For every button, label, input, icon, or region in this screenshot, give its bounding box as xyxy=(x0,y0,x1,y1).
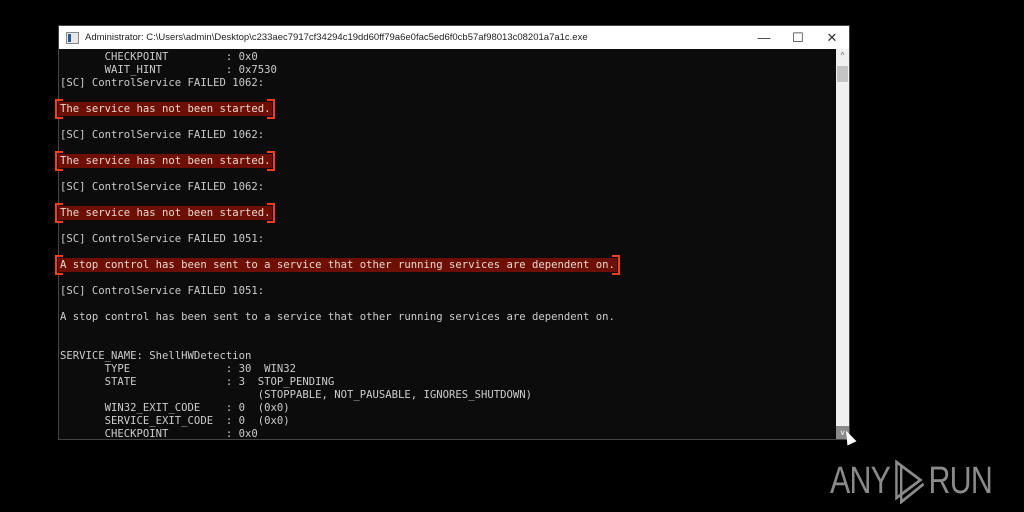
console-line: A stop control has been sent to a servic… xyxy=(58,258,835,272)
highlighted-error-text: A stop control has been sent to a servic… xyxy=(58,258,617,272)
console-line: WIN32_EXIT_CODE : 0 (0x0) xyxy=(59,402,835,415)
console-line: SERVICE_EXIT_CODE : 0 (0x0) xyxy=(59,415,835,428)
console-line: The service has not been started. xyxy=(58,102,835,116)
console-line: [SC] ControlService FAILED 1051: xyxy=(59,285,835,298)
console-text: TYPE : 30 WIN32 xyxy=(60,363,296,375)
console-line: (STOPPABLE, NOT_PAUSABLE, IGNORES_SHUTDO… xyxy=(59,389,835,402)
console-line: [SC] ControlService FAILED 1051: xyxy=(59,233,835,246)
window-title: Administrator: C:\Users\admin\Desktop\c2… xyxy=(85,32,588,43)
console-window: Administrator: C:\Users\admin\Desktop\c2… xyxy=(58,25,850,440)
console-text: SERVICE_NAME: ShellHWDetection xyxy=(60,350,252,362)
console-text: WIN32_EXIT_CODE : 0 (0x0) xyxy=(60,402,290,414)
console-text: [SC] ControlService FAILED 1062: xyxy=(60,129,265,141)
console-text: (STOPPABLE, NOT_PAUSABLE, IGNORES_SHUTDO… xyxy=(60,389,532,401)
title-bar[interactable]: Administrator: C:\Users\admin\Desktop\c2… xyxy=(59,26,849,49)
console-line: A stop control has been sent to a servic… xyxy=(59,311,835,324)
highlighted-error-text: The service has not been started. xyxy=(58,154,273,168)
mouse-cursor-icon xyxy=(841,428,857,446)
scroll-up-button[interactable]: ^ xyxy=(836,49,849,63)
console-app-icon xyxy=(66,31,79,44)
logo-text-run: RUN xyxy=(928,459,993,502)
console-line: The service has not been started. xyxy=(58,154,835,168)
vertical-scrollbar[interactable]: ^ v xyxy=(836,49,849,439)
close-button[interactable]: ✕ xyxy=(815,30,849,46)
console-text: STATE : 3 STOP_PENDING xyxy=(60,376,335,388)
console-line: WAIT_HINT : 0x7530 xyxy=(59,64,835,77)
console-text: [SC] ControlService FAILED 1051: xyxy=(60,233,265,245)
console-line: CHECKPOINT : 0x0 xyxy=(59,428,835,441)
console-line: SERVICE_NAME: ShellHWDetection xyxy=(59,350,835,363)
highlighted-error-text: The service has not been started. xyxy=(58,206,273,220)
console-output[interactable]: CHECKPOINT : 0x0 WAIT_HINT : 0x7530 [SC] … xyxy=(58,49,835,441)
play-logo-icon xyxy=(895,459,925,504)
scrollbar-thumb[interactable] xyxy=(837,66,848,82)
console-line: The service has not been started. xyxy=(58,206,835,220)
maximize-button[interactable]: ☐ xyxy=(781,30,815,46)
console-line: [SC] ControlService FAILED 1062: xyxy=(59,181,835,194)
console-text: [SC] ControlService FAILED 1062: xyxy=(60,77,265,89)
console-line: STATE : 3 STOP_PENDING xyxy=(59,376,835,389)
console-text: [SC] ControlService FAILED 1062: xyxy=(60,181,265,193)
console-text: CHECKPOINT : 0x0 xyxy=(60,428,258,440)
anyrun-logo: ANY RUN xyxy=(830,458,993,504)
console-line: [SC] ControlService FAILED 1062: xyxy=(59,77,835,90)
console-text: CHECKPOINT : 0x0 xyxy=(60,51,258,63)
console-text: A stop control has been sent to a servic… xyxy=(60,311,615,323)
logo-text-any: ANY xyxy=(830,459,891,502)
console-text: WAIT_HINT : 0x7530 xyxy=(60,64,277,76)
console-text: [SC] ControlService FAILED 1051: xyxy=(60,285,265,297)
minimize-button[interactable]: — xyxy=(747,30,781,45)
console-line: [SC] ControlService FAILED 1062: xyxy=(59,129,835,142)
console-line: CHECKPOINT : 0x0 xyxy=(59,51,835,64)
highlighted-error-text: The service has not been started. xyxy=(58,102,273,116)
console-line: TYPE : 30 WIN32 xyxy=(59,363,835,376)
console-text: SERVICE_EXIT_CODE : 0 (0x0) xyxy=(60,415,290,427)
